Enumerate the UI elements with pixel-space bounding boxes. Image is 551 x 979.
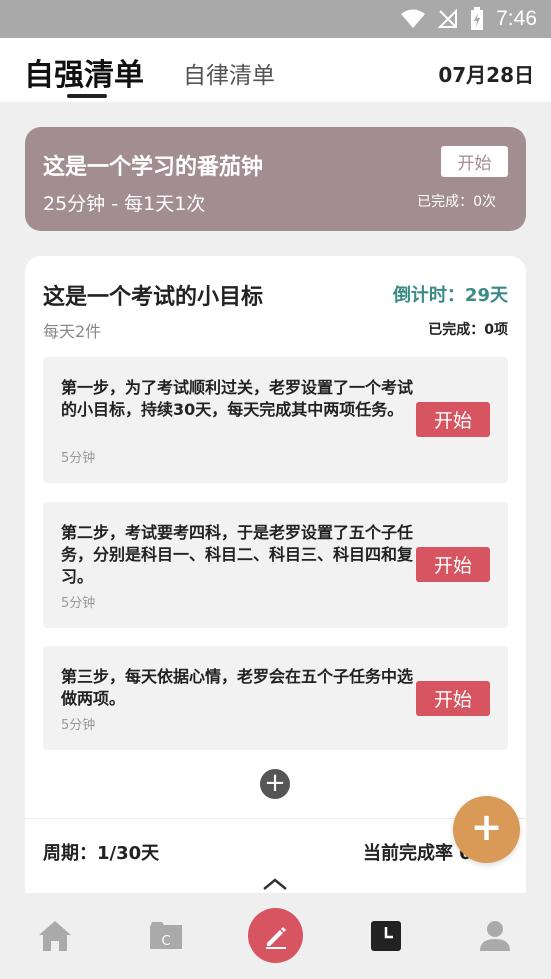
goal-frequency: 每天2件 (43, 322, 102, 341)
task-start-button[interactable]: 开始 (416, 681, 490, 716)
nav-clock[interactable] (368, 893, 404, 979)
task-text: 第二步，考试要考四科，于是老罗设置了五个子任务，分别是科目一、科目二、科目三、科… (61, 523, 414, 586)
add-task-icon[interactable]: + (260, 769, 290, 799)
goal-title: 这是一个考试的小目标 (43, 285, 264, 310)
status-time: 7:46 (496, 7, 537, 30)
nav-profile[interactable] (477, 893, 513, 979)
task-start-button[interactable]: 开始 (416, 547, 490, 582)
pomodoro-subtitle: 25分钟 - 每1天1次 (43, 193, 206, 215)
task-item[interactable]: 第三步，每天依据心情，老罗会在五个子任务中选做两项。 5分钟 开始 (43, 646, 508, 750)
profile-icon (480, 921, 510, 951)
task-text: 第一步，为了考试顺利过关，老罗设置了一个考试的小目标，持续30天，每天完成其中两… (61, 378, 414, 419)
task-duration: 5分钟 (61, 718, 96, 733)
edit-icon (265, 926, 286, 949)
clock-icon (371, 921, 401, 951)
status-icons: 7:46 (400, 0, 537, 38)
goal-card: 这是一个考试的小目标 倒计时：29天 每天2件 已完成：0项 第一步，为了考试顺… (25, 256, 526, 896)
chevron-up-icon[interactable] (262, 876, 288, 892)
battery-charging-icon (471, 7, 484, 30)
pomodoro-start-button[interactable]: 开始 (441, 146, 508, 177)
wifi-icon (401, 9, 426, 28)
goal-completed: 已完成：0项 (428, 322, 508, 338)
task-item[interactable]: 第二步，考试要考四科，于是老罗设置了五个子任务，分别是科目一、科目二、科目三、科… (43, 502, 508, 628)
task-text: 第三步，每天依据心情，老罗会在五个子任务中选做两项。 (61, 667, 414, 708)
nav-home[interactable] (34, 893, 76, 979)
pomodoro-title: 这是一个学习的番茄钟 (43, 155, 264, 180)
svg-text:C: C (161, 934, 170, 949)
active-tab-indicator (67, 94, 107, 98)
add-fab-button[interactable]: + (453, 796, 520, 863)
nav-folder[interactable]: C (146, 893, 186, 979)
goal-cycle: 周期：1/30天 (43, 843, 160, 864)
status-bar: 7:46 (0, 0, 551, 38)
task-start-button[interactable]: 开始 (416, 402, 490, 437)
goal-countdown: 倒计时：29天 (392, 285, 508, 306)
nav-edit[interactable] (248, 908, 303, 963)
header-date: 07月28日 (438, 63, 534, 87)
header: 自强清单 自律清单 07月28日 (0, 38, 551, 102)
folder-icon: C (150, 922, 182, 949)
divider (25, 818, 526, 819)
task-item[interactable]: 第一步，为了考试顺利过关，老罗设置了一个考试的小目标，持续30天，每天完成其中两… (43, 357, 508, 483)
pomodoro-completed: 已完成：0次 (417, 194, 496, 210)
pomodoro-card[interactable]: 这是一个学习的番茄钟 25分钟 - 每1天1次 开始 已完成：0次 (25, 127, 526, 231)
task-duration: 5分钟 (61, 596, 96, 611)
task-duration: 5分钟 (61, 451, 96, 466)
bottom-nav: C (0, 893, 551, 979)
tab-self-improvement[interactable]: 自强清单 (24, 50, 144, 94)
no-signal-icon (438, 9, 458, 28)
tab-self-discipline[interactable]: 自律清单 (183, 56, 275, 90)
home-icon (39, 921, 71, 951)
